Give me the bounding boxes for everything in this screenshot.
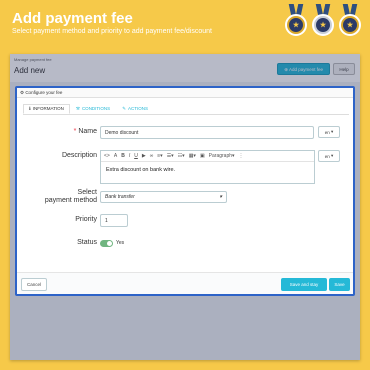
paragraph-select-label: Paragraph <box>208 153 233 159</box>
paragraph-select[interactable]: Paragraph▾ <box>209 153 235 159</box>
name-input[interactable]: Demo discount <box>100 126 314 139</box>
pencil-icon: ✎ <box>122 106 126 111</box>
award-badges: ★ ★ ★ <box>284 4 362 38</box>
status-label: Status <box>77 239 97 246</box>
tab-information-label: INFORMATION <box>32 106 64 111</box>
tab-actions[interactable]: ✎ ACTIONS <box>116 104 154 114</box>
payment-method-value: Bank transfer <box>105 194 135 200</box>
video-icon[interactable]: ▶ <box>142 153 146 159</box>
award-badge-icon: ★ <box>284 4 308 38</box>
more-options-icon[interactable]: ⋮ <box>239 153 244 159</box>
bullet-list-icon[interactable]: ☰▾ <box>167 153 174 159</box>
hero-subtitle: Select payment method and priority to ad… <box>12 28 213 35</box>
configure-fee-modal: ⚙ Configure your fee ℹ INFORMATION ⚒ CON… <box>15 86 355 296</box>
numbered-list-icon[interactable]: ☷▾ <box>178 153 185 159</box>
cancel-button[interactable]: Cancel <box>21 278 47 291</box>
description-text[interactable]: Extra discount on bank wire. <box>101 162 314 178</box>
award-badge-icon: ★ <box>338 4 362 38</box>
payment-method-select[interactable]: Bank transfer ▾ <box>100 191 227 203</box>
name-label-text: Name <box>78 128 97 135</box>
modal-tabs: ℹ INFORMATION ⚒ CONDITIONS ✎ ACTIONS <box>23 104 154 114</box>
tab-conditions-label: CONDITIONS <box>81 106 111 111</box>
table-icon[interactable]: ▦▾ <box>189 153 196 159</box>
status-toggle[interactable] <box>100 240 113 247</box>
tab-conditions[interactable]: ⚒ CONDITIONS <box>70 104 116 114</box>
description-language-select[interactable]: en ▾ <box>318 150 340 162</box>
hero-title: Add payment fee <box>12 10 133 27</box>
tab-information[interactable]: ℹ INFORMATION <box>23 104 70 114</box>
save-and-stay-button[interactable]: Save and stay <box>281 278 327 291</box>
modal-header: ⚙ Configure your fee <box>17 88 353 98</box>
code-icon[interactable]: <> <box>104 153 110 159</box>
required-marker: * <box>73 128 77 135</box>
payment-method-label-line1: Select <box>77 189 97 196</box>
tab-divider <box>23 114 349 115</box>
font-color-icon[interactable]: A <box>114 153 117 159</box>
italic-icon[interactable]: I <box>129 153 130 159</box>
editor-toolbar: <> A B I U ▶ ∞ ≡▾ ☰▾ ☷▾ ▦▾ ▣ Paragraph▾ … <box>101 151 314 162</box>
priority-label: Priority <box>75 216 97 223</box>
description-language-value: en <box>324 153 330 159</box>
bold-icon[interactable]: B <box>121 153 125 159</box>
underline-icon[interactable]: U <box>134 153 138 159</box>
priority-input[interactable]: 1 <box>100 214 128 227</box>
status-toggle-label: Yes <box>116 240 125 246</box>
description-label: Description <box>61 152 97 159</box>
name-language-select[interactable]: en ▾ <box>318 126 340 138</box>
info-icon: ℹ <box>29 106 31 111</box>
description-editor[interactable]: <> A B I U ▶ ∞ ≡▾ ☰▾ ☷▾ ▦▾ ▣ Paragraph▾ … <box>100 150 315 184</box>
gear-icon: ⚙ <box>20 90 25 95</box>
wrench-icon: ⚒ <box>75 106 80 111</box>
payment-method-label: Select payment method <box>17 189 97 205</box>
chevron-down-icon: ▾ <box>219 194 222 200</box>
save-button[interactable]: Save <box>329 278 350 291</box>
tab-actions-label: ACTIONS <box>127 106 148 111</box>
payment-method-label-line2: payment method <box>44 197 97 204</box>
name-language-value: en <box>324 129 330 135</box>
link-icon[interactable]: ∞ <box>150 153 154 159</box>
name-label: * Name <box>17 128 97 135</box>
modal-footer: Cancel Save and stay Save <box>17 272 353 294</box>
modal-title: Configure your fee <box>25 90 63 95</box>
award-badge-icon: ★ <box>311 4 335 38</box>
image-icon[interactable]: ▣ <box>200 153 205 159</box>
align-icon[interactable]: ≡▾ <box>157 153 162 159</box>
